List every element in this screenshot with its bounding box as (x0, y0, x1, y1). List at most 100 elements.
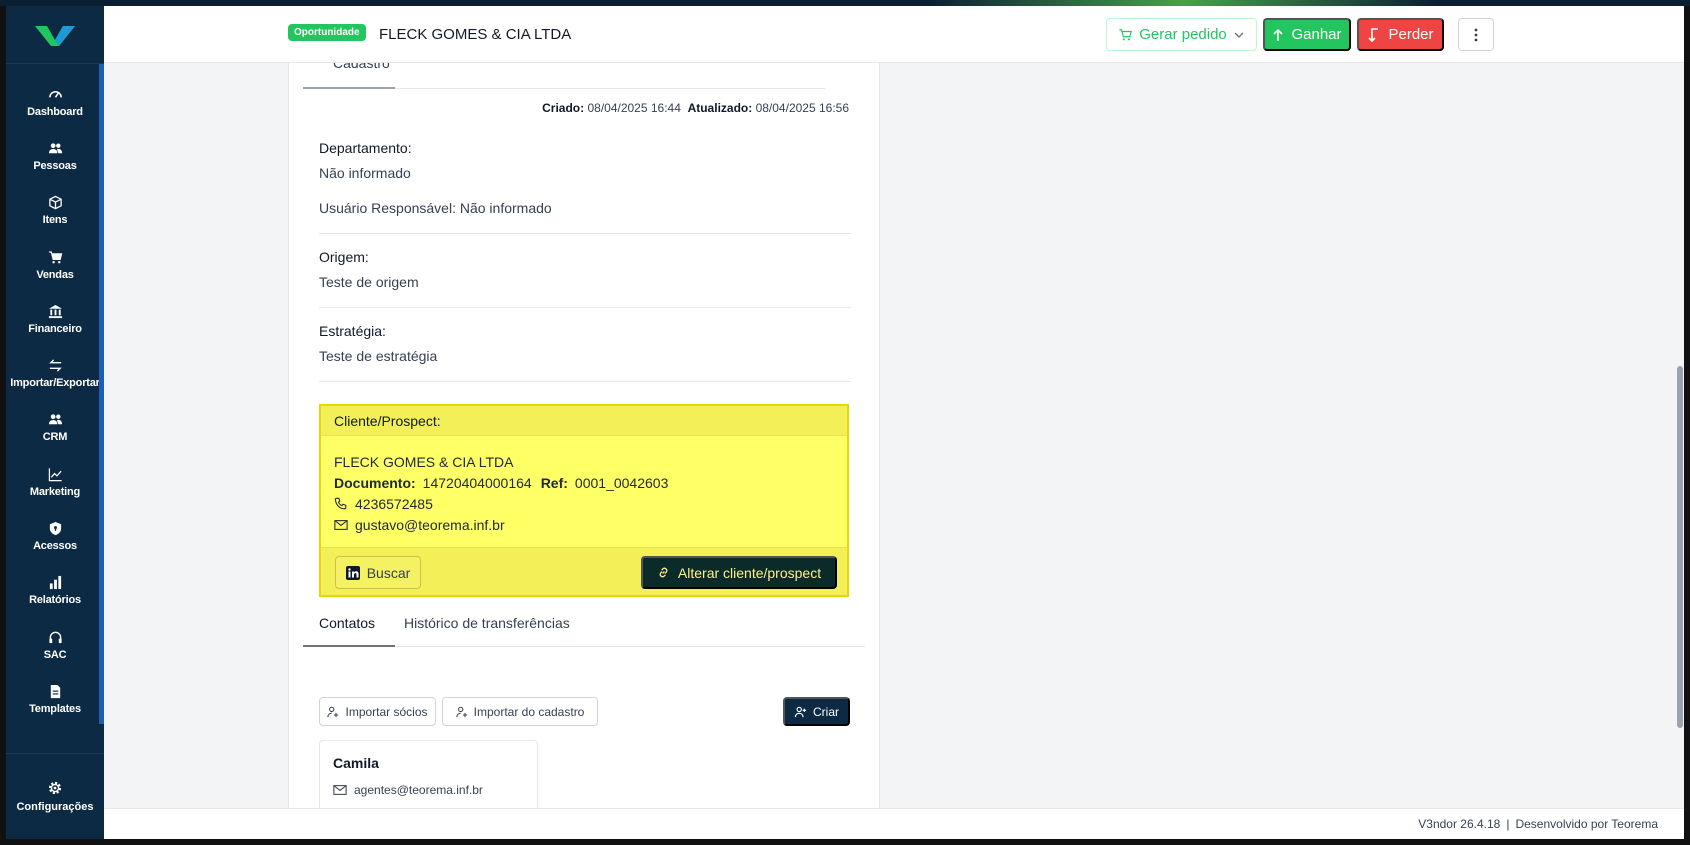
divider (319, 307, 851, 308)
sidebar-item-label: Configurações (16, 801, 94, 813)
sidebar-item-label: Templates (29, 702, 81, 715)
cliente-prospect-panel: Cliente/Prospect: FLECK GOMES & CIA LTDA… (319, 404, 849, 597)
phone-icon (334, 497, 347, 509)
developer-credit: Desenvolvido por Teorema (1515, 817, 1658, 831)
envelope-icon (334, 519, 348, 530)
page-title: FLECK GOMES & CIA LTDA (379, 26, 572, 43)
tab-historico-transferencias[interactable]: Histórico de transferências (404, 615, 570, 631)
user-plus-icon (794, 706, 807, 717)
bank-icon (48, 304, 62, 318)
status-badge: Oportunidade (288, 24, 366, 41)
headset-icon (48, 631, 62, 643)
sidebar-item-label: Marketing (29, 485, 81, 498)
v3ndor-logo-icon (35, 25, 75, 46)
contact-card[interactable]: Camila agentes@teorema.inf.br (319, 740, 538, 808)
prospect-header: Cliente/Prospect: (321, 406, 847, 436)
sidebar-item-financeiro[interactable]: Financeiro (6, 292, 104, 346)
divider (319, 381, 851, 382)
opportunity-card: Cadastro Criado: 08/04/2025 16:44 Atuali… (288, 63, 880, 808)
departamento-value: Não informado (319, 165, 411, 181)
prospect-name: FLECK GOMES & CIA LTDA (334, 453, 514, 470)
alterar-label: Alterar cliente/prospect (677, 564, 822, 581)
prospect-document-row: Documento: 14720404000164 Ref: 0001_0042… (334, 472, 834, 493)
departamento-label: Departamento: (319, 140, 412, 156)
sidebar-item-vendas[interactable]: Vendas (6, 238, 104, 292)
user-add-icon (327, 706, 339, 717)
ref-value: 0001_0042603 (574, 474, 669, 491)
chart-line-icon (48, 468, 62, 481)
sidebar-item-configuracoes[interactable]: Configurações (6, 753, 104, 839)
sidebar-item-itens[interactable]: Itens (6, 184, 104, 238)
page-scrollbar[interactable] (1674, 63, 1684, 808)
tab-cadastro-label: Cadastro (333, 63, 390, 71)
more-options-button[interactable] (1458, 18, 1494, 51)
sidebar-item-label: CRM (42, 431, 68, 444)
page-header: Oportunidade FLECK GOMES & CIA LTDA Gera… (104, 6, 1684, 63)
sidebar-item-pessoas[interactable]: Pessoas (6, 129, 104, 183)
gauge-icon (48, 90, 62, 98)
arrow-up-icon (1273, 28, 1284, 41)
prospect-details: FLECK GOMES & CIA LTDA Documento: 147204… (321, 436, 847, 535)
arrows-icon (48, 359, 62, 372)
sidebar-item-importar-exportar[interactable]: Importar/Exportar (6, 346, 104, 400)
tab-active-indicator (303, 645, 395, 647)
buscar-linkedin-button[interactable]: Buscar (335, 556, 421, 589)
gerar-pedido-button[interactable]: Gerar pedido (1106, 18, 1257, 51)
sidebar-item-acessos[interactable]: Acessos (6, 509, 104, 563)
contact-email[interactable]: agentes@teorema.inf.br (354, 783, 483, 797)
sidebar-item-label: Vendas (36, 268, 74, 281)
arrow-turn-down-icon (1368, 27, 1379, 42)
bar-chart-icon (49, 576, 61, 590)
sidebar-item-label: Importar/Exportar (10, 377, 100, 390)
shield-icon (49, 521, 61, 536)
app-logo[interactable] (6, 6, 104, 64)
alterar-cliente-button[interactable]: Alterar cliente/prospect (641, 556, 837, 589)
sidebar-item-label: SAC (43, 648, 67, 661)
tab-active-indicator (303, 87, 395, 89)
contact-name: Camila (333, 755, 379, 771)
divider (319, 233, 851, 234)
created-label: Criado: (542, 101, 585, 115)
sidebar-item-label: Financeiro (28, 322, 82, 335)
sidebar-item-crm[interactable]: CRM (6, 401, 104, 455)
tab-contatos[interactable]: Contatos (319, 615, 375, 631)
contatos-tabs: Contatos Histórico de transferências (303, 615, 865, 647)
ganhar-button[interactable]: Ganhar (1263, 18, 1351, 51)
user-add-icon (455, 706, 467, 717)
sidebar-item-sac[interactable]: SAC (6, 618, 104, 672)
prospect-phone[interactable]: 4236572485 (355, 496, 433, 512)
timestamps: Criado: 08/04/2025 16:44 Atualizado: 08/… (542, 101, 849, 115)
prospect-name-row: FLECK GOMES & CIA LTDA (334, 451, 834, 472)
people-icon (48, 414, 62, 425)
envelope-icon (333, 785, 347, 795)
scrollbar-thumb[interactable] (1677, 366, 1683, 728)
sidebar-item-templates[interactable]: Templates (6, 672, 104, 726)
tab-cadastro[interactable]: Cadastro (303, 63, 825, 89)
sidebar-item-label: Acessos (33, 540, 77, 553)
perder-label: Perder (1388, 26, 1434, 43)
importar-socios-label: Importar sócios (345, 704, 428, 719)
footer-separator: | (1506, 817, 1510, 831)
usuario-responsavel: Usuário Responsável: Não informado (319, 200, 552, 216)
documento-label: Documento: (334, 474, 416, 491)
prospect-actions: Buscar Alterar cliente/prospect (321, 547, 847, 595)
importar-cadastro-button[interactable]: Importar do cadastro (442, 697, 598, 726)
perder-button[interactable]: Perder (1357, 18, 1444, 51)
sidebar-item-marketing[interactable]: Marketing (6, 455, 104, 509)
prospect-email[interactable]: gustavo@teorema.inf.br (355, 517, 505, 533)
sidebar-item-relatorios[interactable]: Relatórios (6, 564, 104, 618)
estrategia-value: Teste de estratégia (319, 348, 438, 364)
updated-label: Atualizado: (687, 101, 753, 115)
chevron-down-icon (1234, 32, 1244, 38)
file-icon (50, 684, 60, 698)
documento-value: 14720404000164 (422, 474, 532, 491)
criar-contato-button[interactable]: Criar (783, 697, 850, 726)
importar-socios-button[interactable]: Importar sócios (319, 697, 436, 726)
sidebar-item-label: Dashboard (27, 105, 83, 118)
linkedin-icon (345, 565, 360, 580)
created-value: 08/04/2025 16:44 (587, 101, 681, 115)
sidebar-item-dashboard[interactable]: Dashboard (6, 75, 104, 129)
sidebar-item-label: Itens (42, 214, 68, 227)
sidebar: Dashboard Pessoas Itens Vendas Financeir… (6, 6, 104, 839)
criar-label: Criar (813, 704, 839, 719)
